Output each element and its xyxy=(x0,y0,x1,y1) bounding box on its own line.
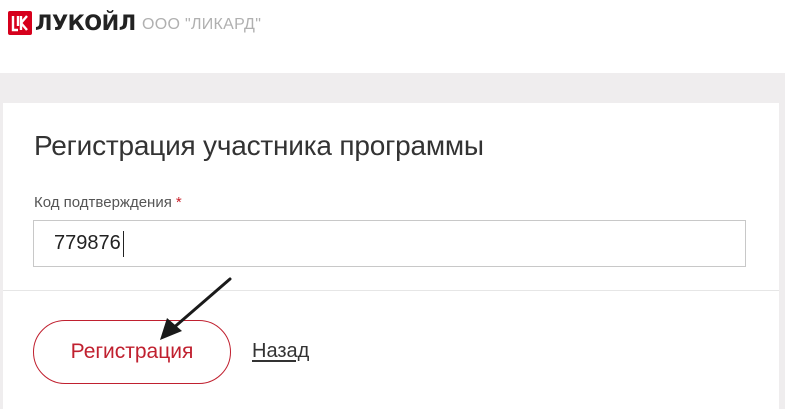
arrow-pointer-icon xyxy=(160,277,232,340)
